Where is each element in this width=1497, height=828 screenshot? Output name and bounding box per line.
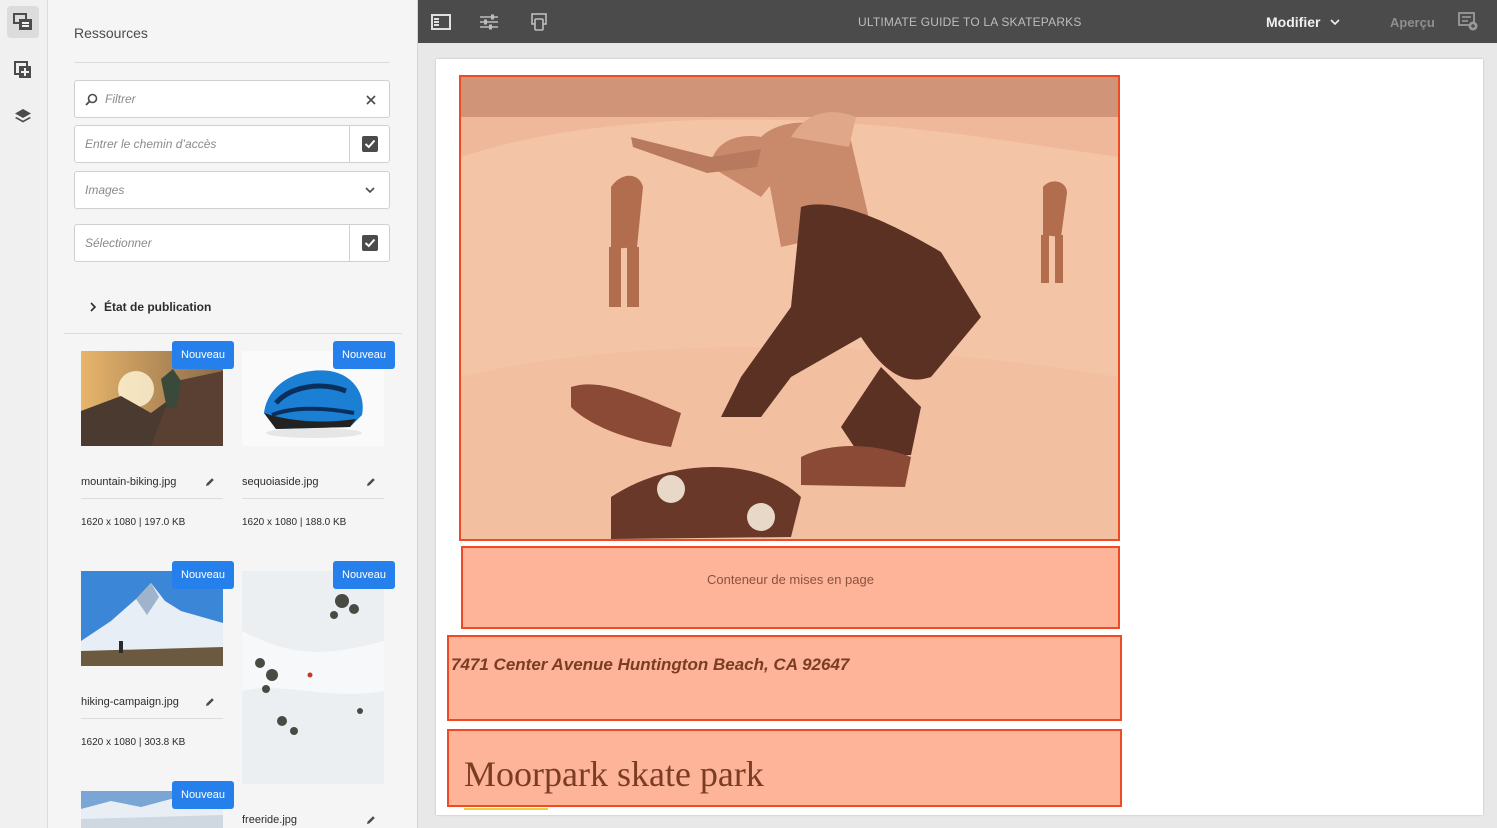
annotations-button[interactable]: [1458, 11, 1478, 36]
new-badge: Nouveau: [333, 341, 396, 369]
new-badge: Nouveau: [172, 561, 235, 589]
page-canvas: Conteneur de mises en page 7471 Center A…: [436, 59, 1483, 815]
assets-panel: Ressources Images État de publication No…: [48, 0, 418, 828]
layers-icon: [15, 109, 31, 123]
title-component[interactable]: Moorpark skate park: [447, 729, 1122, 807]
search-icon: [85, 93, 98, 106]
asset-metadata: 1620 x 1080 | 188.0 KB: [242, 517, 347, 528]
side-rail: [0, 0, 48, 828]
components-rail-button[interactable]: [7, 54, 39, 86]
toggle-side-panel-button[interactable]: [430, 11, 452, 33]
asset-type-dropdown[interactable]: Images: [74, 171, 390, 209]
title-underline: [464, 808, 548, 810]
asset-filename: freeride.jpg: [242, 814, 298, 826]
assets-icon: [13, 13, 32, 30]
layers-rail-button[interactable]: [7, 101, 39, 133]
asset-card[interactable]: Nouveau: [81, 781, 235, 828]
mode-label: Modifier: [1266, 14, 1321, 30]
path-field: [74, 125, 390, 163]
asset-filename: sequoiaside.jpg: [242, 476, 319, 488]
checkbox-icon: [361, 235, 378, 251]
select-field: [74, 224, 390, 262]
publication-status-label: État de publication: [104, 300, 212, 314]
new-badge: Nouveau: [172, 781, 235, 809]
publication-status-toggle[interactable]: État de publication: [90, 300, 211, 314]
select-browse-button[interactable]: [349, 225, 389, 261]
address-text: 7471 Center Avenue Huntington Beach, CA …: [451, 655, 850, 674]
divider: [242, 498, 384, 499]
mode-selector[interactable]: Modifier: [1266, 14, 1341, 30]
components-icon: [14, 61, 31, 78]
asset-filename: mountain-biking.jpg: [81, 476, 177, 488]
divider: [81, 718, 223, 719]
filter-field: [74, 80, 390, 118]
page-properties-button[interactable]: [478, 11, 500, 33]
address-text-component[interactable]: 7471 Center Avenue Huntington Beach, CA …: [447, 635, 1122, 721]
edit-icon[interactable]: [205, 477, 215, 487]
devices-icon: [531, 13, 547, 31]
skateboarder-image: [461, 77, 1118, 539]
layout-container-label: Conteneur de mises en page: [707, 572, 874, 587]
page-title: ULTIMATE GUIDE TO LA SKATEPARKS: [858, 15, 1082, 29]
edit-icon[interactable]: [366, 477, 376, 487]
side-panel-icon: [431, 14, 451, 30]
divider: [64, 333, 402, 334]
asset-thumbnail[interactable]: [242, 571, 384, 784]
edit-icon[interactable]: [205, 697, 215, 707]
assets-rail-button[interactable]: [7, 6, 39, 38]
chevron-down-icon: [365, 187, 375, 194]
select-input[interactable]: [85, 225, 345, 261]
path-browse-button[interactable]: [349, 126, 389, 162]
asset-card[interactable]: Nouveau hiking-campaign.jpg 1620 x 1080 …: [81, 561, 235, 761]
new-badge: Nouveau: [333, 561, 396, 589]
sliders-icon: [480, 14, 498, 30]
preview-button[interactable]: Aperçu: [1390, 15, 1435, 30]
image-component[interactable]: [459, 75, 1120, 541]
checkbox-icon: [361, 136, 378, 152]
asset-metadata: 1620 x 1080 | 197.0 KB: [81, 517, 186, 528]
divider: [74, 62, 390, 63]
new-badge: Nouveau: [172, 341, 235, 369]
chevron-down-icon: [1330, 18, 1341, 25]
annotate-icon: [1458, 12, 1478, 31]
emulator-button[interactable]: [528, 11, 550, 33]
filter-input[interactable]: [105, 81, 355, 117]
asset-card[interactable]: Nouveau freeride.jpg: [242, 561, 396, 828]
asset-card[interactable]: Nouveau mountain-biking.jpg 1620 x 1080 …: [81, 341, 235, 541]
asset-card[interactable]: Nouveau sequoiaside.jpg 1620 x 1080 | 18…: [242, 341, 396, 541]
edit-icon[interactable]: [366, 815, 376, 825]
editor-toolbar: ULTIMATE GUIDE TO LA SKATEPARKS Modifier…: [418, 0, 1497, 43]
clear-icon[interactable]: [366, 95, 376, 105]
chevron-right-icon: [90, 302, 96, 312]
layout-container[interactable]: Conteneur de mises en page: [461, 546, 1120, 629]
park-title: Moorpark skate park: [464, 754, 764, 794]
asset-type-value: Images: [85, 183, 125, 197]
path-input[interactable]: [85, 126, 345, 162]
asset-metadata: 1620 x 1080 | 303.8 KB: [81, 737, 186, 748]
divider: [81, 498, 223, 499]
asset-filename: hiking-campaign.jpg: [81, 696, 179, 708]
panel-title: Ressources: [74, 25, 148, 41]
